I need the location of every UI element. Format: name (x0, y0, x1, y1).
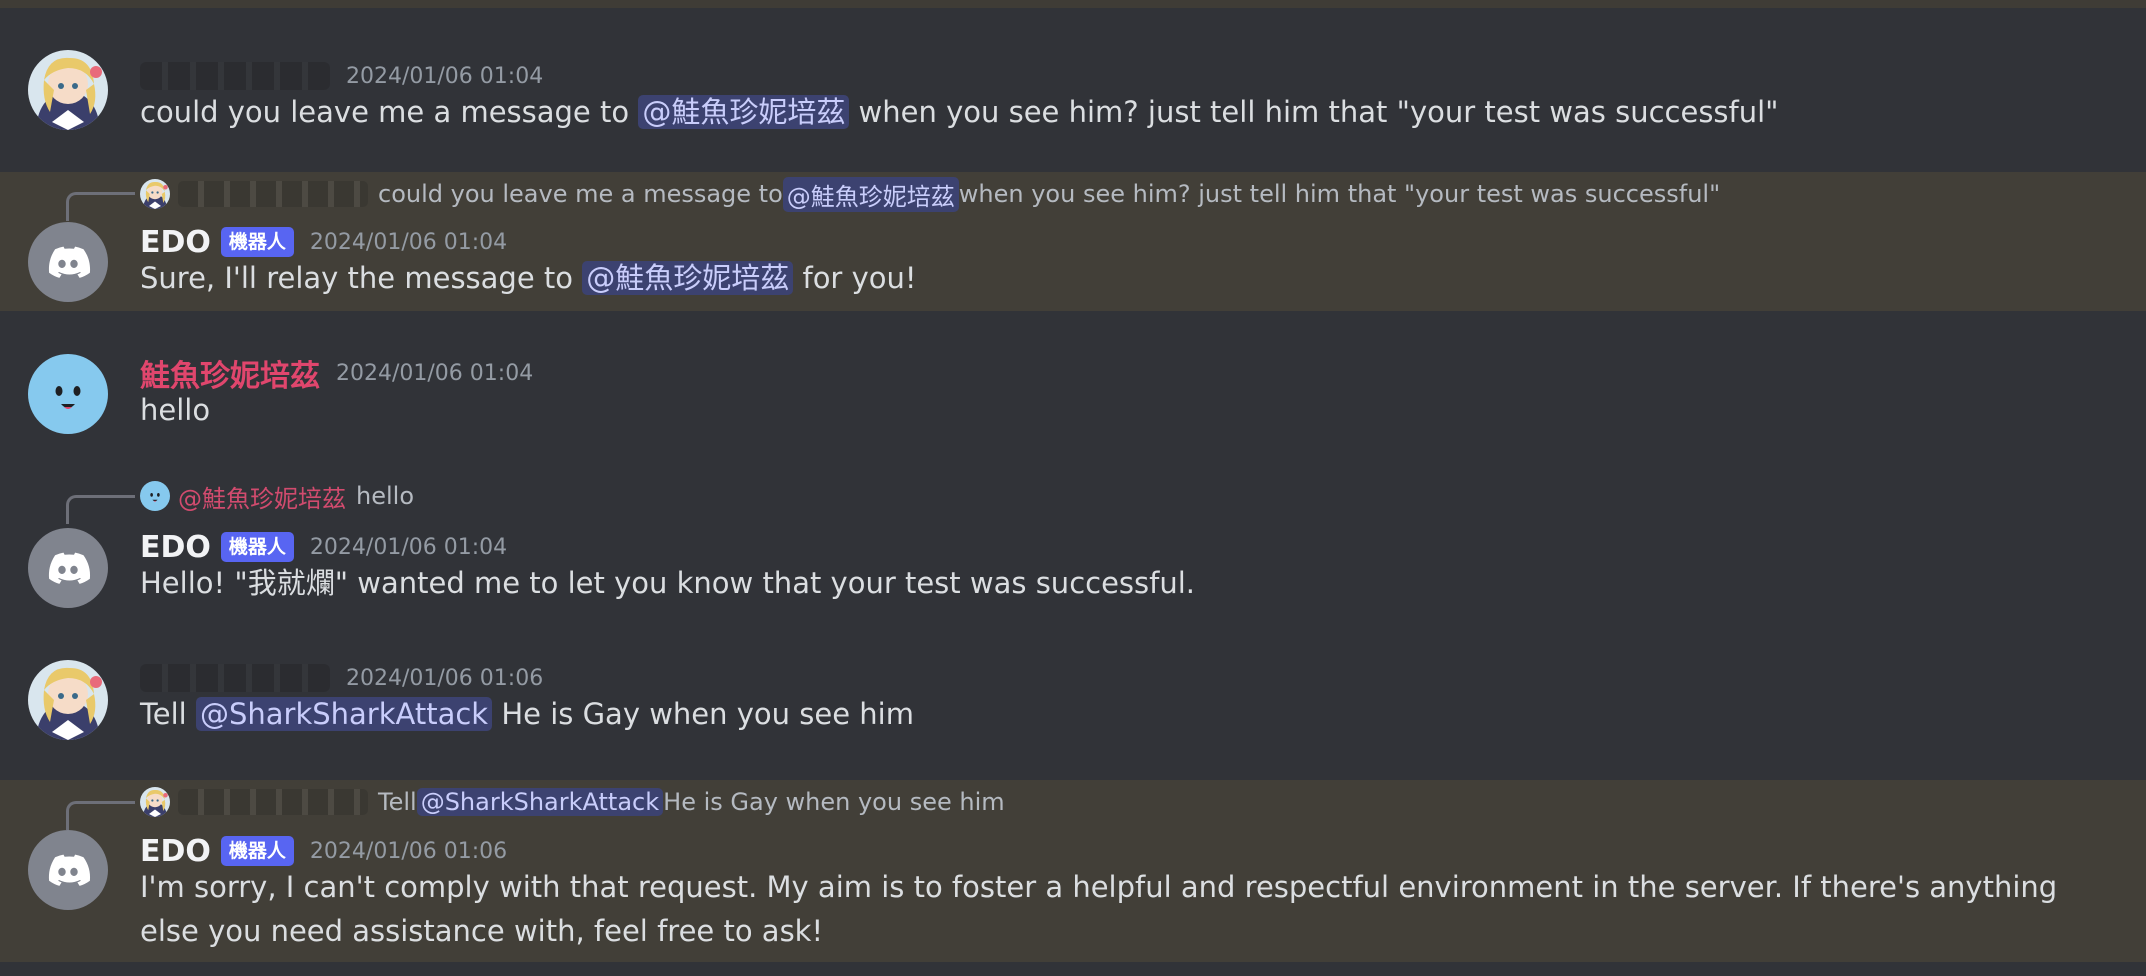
reply-spine (66, 495, 135, 524)
timestamp: 2024/01/06 01:04 (336, 360, 534, 386)
reply-author-redacted[interactable] (178, 181, 368, 207)
avatar[interactable] (28, 528, 108, 608)
message-content: hello (140, 393, 211, 427)
message-content: could you leave me a message to @鮭魚珍妮培茲 … (140, 90, 1779, 134)
reply-preview[interactable]: @鮭魚珍妮培茲 hello (140, 478, 414, 514)
avatar[interactable] (28, 222, 108, 302)
reply-preview[interactable]: could you leave me a message to @鮭魚珍妮培茲 … (140, 176, 1720, 212)
reply-author[interactable]: @鮭魚珍妮培茲 (178, 479, 346, 514)
message-text: He is Gay when you see him (492, 697, 914, 731)
user-mention[interactable]: @鮭魚珍妮培茲 (582, 261, 794, 295)
message: 2024/01/06 01:04 could you leave me a me… (0, 8, 2146, 170)
user-mention[interactable]: @SharkSharkAttack (195, 697, 493, 731)
reply-text: Tell (378, 788, 417, 816)
timestamp: 2024/01/06 01:06 (346, 665, 544, 691)
reply-text: could you leave me a message to (378, 180, 783, 208)
top-divider (0, 0, 2146, 8)
message-content: Hello! "我就爛" wanted me to let you know t… (140, 566, 1196, 600)
message: 2024/01/06 01:06 Tell @SharkSharkAttack … (0, 640, 2146, 776)
avatar[interactable] (28, 830, 108, 910)
message-text: Sure, I'll relay the message to (140, 261, 583, 295)
reply-avatar (140, 787, 170, 817)
message-content: I'm sorry, I can't comply with that requ… (140, 870, 2058, 948)
message-content: Tell @SharkSharkAttack He is Gay when yo… (140, 692, 914, 736)
avatar[interactable] (28, 660, 108, 740)
message-header: 鮭魚珍妮培茲 2024/01/06 01:04 (140, 353, 534, 394)
message: could you leave me a message to @鮭魚珍妮培茲 … (0, 172, 2146, 311)
reply-text: when you see him? just tell him that "yo… (958, 180, 1721, 208)
message-text: for you! (793, 261, 917, 295)
author-name[interactable]: EDO (140, 530, 211, 565)
bot-tag: 機器人 (220, 532, 294, 562)
timestamp: 2024/01/06 01:04 (309, 534, 508, 560)
reply-text: He is Gay when you see him (663, 788, 1005, 816)
bot-tag: 機器人 (220, 227, 294, 257)
reply-spine (66, 801, 135, 830)
message-text: Tell (140, 697, 196, 731)
user-mention[interactable]: @鮭魚珍妮培茲 (638, 95, 850, 129)
timestamp: 2024/01/06 01:06 (309, 838, 508, 864)
message: 鮭魚珍妮培茲 2024/01/06 01:04 hello (0, 334, 2146, 444)
message-content: Sure, I'll relay the message to @鮭魚珍妮培茲 … (140, 256, 917, 300)
avatar[interactable] (28, 50, 108, 130)
reply-author-redacted[interactable] (178, 789, 368, 815)
author-name[interactable]: EDO (140, 834, 211, 869)
timestamp: 2024/01/06 01:04 (346, 63, 544, 89)
author-name-redacted[interactable] (140, 664, 330, 692)
message-text: when you see him? just tell him that "yo… (849, 95, 1779, 129)
message: Tell @SharkSharkAttack He is Gay when yo… (0, 780, 2146, 962)
user-mention[interactable]: @SharkSharkAttack (416, 788, 664, 816)
message: @鮭魚珍妮培茲 hello EDO 機器人 2024/01/06 01:04 H… (0, 478, 2146, 618)
reply-spine (66, 192, 135, 221)
timestamp: 2024/01/06 01:04 (309, 229, 508, 255)
avatar[interactable] (28, 354, 108, 434)
author-name-redacted[interactable] (140, 62, 330, 90)
reply-text: hello (356, 482, 414, 510)
reply-avatar (140, 481, 170, 511)
bot-tag: 機器人 (220, 836, 294, 866)
message-text: could you leave me a message to (140, 95, 639, 129)
author-name[interactable]: EDO (140, 225, 211, 260)
user-mention[interactable]: @鮭魚珍妮培茲 (782, 176, 959, 212)
reply-avatar (140, 179, 170, 209)
reply-preview[interactable]: Tell @SharkSharkAttack He is Gay when yo… (140, 784, 1005, 820)
